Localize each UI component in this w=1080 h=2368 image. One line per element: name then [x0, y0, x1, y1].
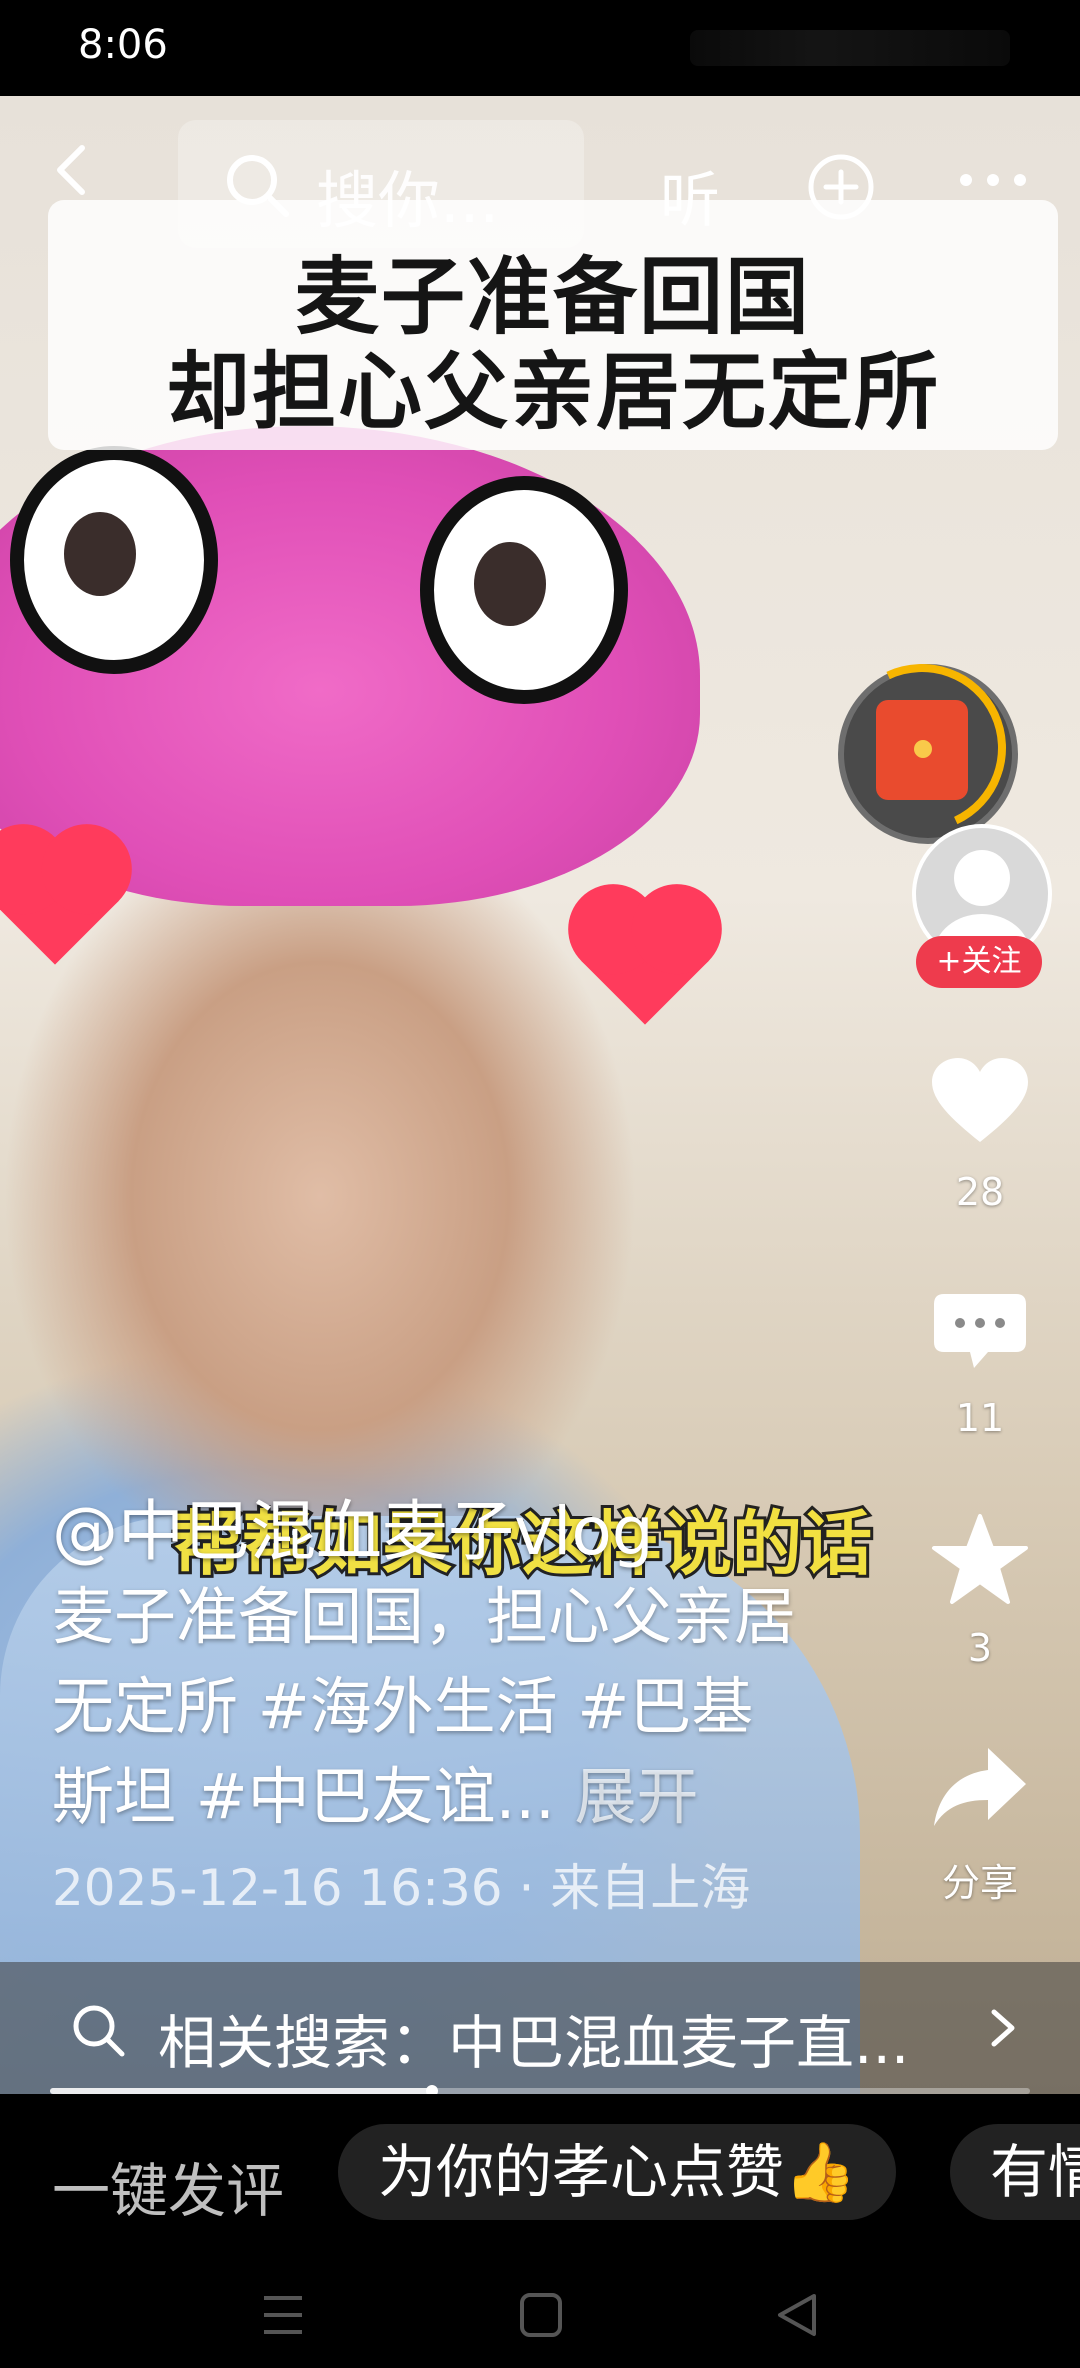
star-icon[interactable]	[930, 1512, 1030, 1608]
comment-count: 11	[955, 1396, 1005, 1440]
post-meta: 2025-12-16 16:36 · 来自上海	[52, 1859, 751, 1917]
heart-sticker-right	[581, 897, 709, 1025]
author-name[interactable]: @中巴混血麦子vlog	[52, 1478, 654, 1574]
chevron-right-icon	[991, 2009, 1015, 2047]
post-description[interactable]: 麦子准备回国，担心父亲居无定所 #海外生活 #巴基斯坦 #中巴友谊... 展开	[52, 1572, 812, 1842]
video-caption: 麦子准备回国 却担心父亲居无定所	[48, 200, 1058, 450]
quick-comment-label[interactable]: 一键发评	[52, 2144, 284, 2228]
system-navigation-bar	[0, 2270, 1080, 2368]
share-icon[interactable]	[930, 1742, 1030, 1832]
status-bar: 8:06	[0, 0, 1080, 96]
comment-icon[interactable]	[930, 1290, 1030, 1380]
dragon-eye-left	[10, 446, 218, 674]
heart-icon[interactable]	[930, 1056, 1030, 1146]
search-icon	[73, 2005, 125, 2057]
red-packet-icon	[876, 700, 968, 800]
related-search-bar[interactable]: 相关搜索：中巴混血麦子直...	[0, 1962, 1080, 2094]
caption-line-2: 却担心父亲居无定所	[165, 343, 940, 441]
share-label: 分享	[941, 1861, 1018, 1905]
expand-link[interactable]: 展开	[575, 1760, 699, 1833]
back-icon[interactable]	[44, 140, 104, 200]
home-nav-icon[interactable]	[518, 2290, 564, 2340]
like-count: 28	[955, 1170, 1005, 1214]
quick-comment-chip[interactable]: 有情	[950, 2124, 1080, 2220]
related-search-text: 相关搜索：中巴混血麦子直...	[158, 2009, 910, 2077]
heart-sticker-left	[0, 837, 119, 965]
status-icons	[690, 30, 1010, 66]
favorite-count: 3	[967, 1626, 993, 1670]
follow-button[interactable]: +关注	[916, 936, 1042, 988]
quick-comment-chip[interactable]: 为你的孝心点赞👍	[338, 2124, 897, 2220]
more-icon[interactable]	[958, 170, 1028, 190]
dragon-eye-right	[420, 476, 628, 704]
back-nav-icon[interactable]	[774, 2290, 820, 2340]
status-time: 8:06	[78, 22, 168, 68]
menu-nav-icon[interactable]	[260, 2290, 306, 2340]
